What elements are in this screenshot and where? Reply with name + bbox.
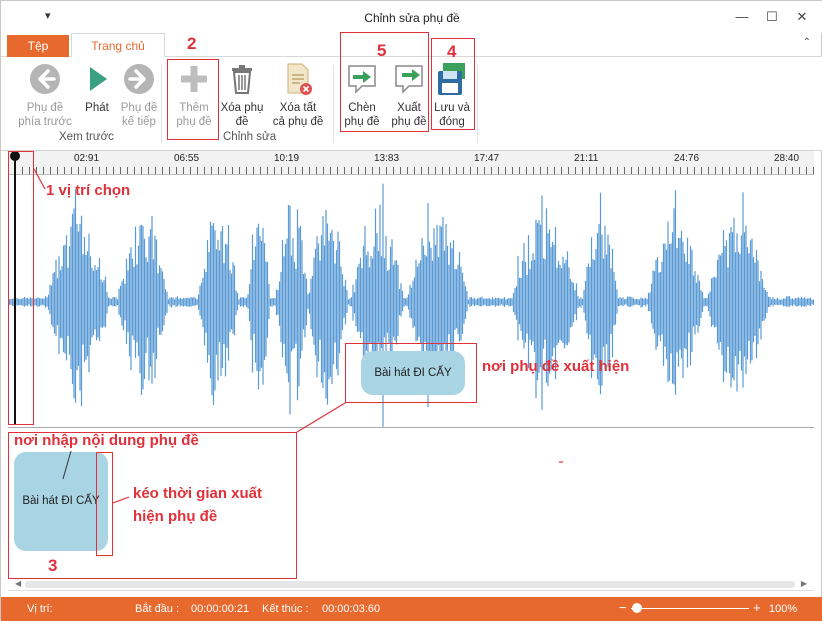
next-subtitle-button[interactable]: Phụ đề kế tiếp bbox=[113, 61, 165, 129]
annotation-box-subtitle-appear bbox=[345, 343, 477, 403]
start-label: Bắt đầu : bbox=[135, 603, 180, 615]
zoom-slider-track[interactable] bbox=[631, 608, 749, 609]
ruler-label: 10:19 bbox=[274, 153, 300, 164]
annotation-subtitle-appear: nơi phụ đề xuất hiện bbox=[482, 358, 630, 375]
zoom-slider-handle[interactable] bbox=[632, 603, 642, 613]
document-delete-icon bbox=[280, 61, 316, 97]
zoom-percentage: 100% bbox=[769, 603, 798, 615]
ruler-label: 28:40 bbox=[774, 153, 800, 164]
ribbon-separator bbox=[161, 65, 162, 143]
annotation-box-selected-position bbox=[8, 151, 34, 425]
annotation-number-4: 4 bbox=[447, 42, 457, 61]
annotation-drag-time-1: kéo thời gian xuất bbox=[133, 485, 263, 502]
ruler-label: 24:76 bbox=[674, 153, 700, 164]
start-time-value: 00:00:00:21 bbox=[191, 603, 250, 615]
end-label: Kết thúc : bbox=[262, 603, 309, 615]
annotation-selected-position: 1 vị trí chọn bbox=[46, 182, 131, 199]
scroll-right-icon[interactable]: ▶ bbox=[801, 579, 807, 588]
subtitle-editor-window: ▾ Chỉnh sửa phụ đề — ☐ ✕ Tệp Trang chủ ⌃… bbox=[0, 0, 822, 621]
annotation-number-5: 5 bbox=[377, 41, 387, 60]
status-bar: Vị trí: Bắt đầu : 00:00:00:21 Kết thúc :… bbox=[1, 597, 822, 621]
annotation-input-area: nơi nhập nội dung phụ đề bbox=[14, 432, 199, 449]
position-label: Vị trí: bbox=[27, 603, 53, 615]
ruler-label: 17:47 bbox=[474, 153, 500, 164]
annotation-number-3: 3 bbox=[48, 556, 58, 575]
arrow-left-circle-icon bbox=[27, 61, 63, 97]
annotation-box-drag-handle bbox=[96, 452, 113, 556]
delete-all-subtitles-button[interactable]: Xóa tất cả phụ đề bbox=[269, 61, 327, 129]
annotation-drag-time-2: hiện phụ đề bbox=[133, 508, 218, 525]
delete-subtitle-button[interactable]: Xóa phụ đề bbox=[217, 61, 267, 129]
ribbon-separator bbox=[333, 65, 334, 143]
window-title: Chỉnh sửa phụ đề bbox=[364, 11, 460, 25]
zoom-in-button[interactable]: + bbox=[753, 600, 761, 615]
group-label-edit: Chỉnh sửa bbox=[223, 131, 277, 143]
previous-subtitle-button[interactable]: Phụ đề phía trước bbox=[15, 61, 75, 129]
tab-file[interactable]: Tệp bbox=[7, 35, 69, 57]
ruler-label: 13:83 bbox=[374, 153, 400, 164]
minimize-button[interactable]: — bbox=[729, 7, 755, 27]
horizontal-scrollbar[interactable] bbox=[25, 581, 795, 588]
tab-home[interactable]: Trang chủ bbox=[71, 33, 165, 58]
ruler-label: 06:55 bbox=[174, 153, 200, 164]
group-label-preview: Xem trước bbox=[59, 131, 114, 143]
ribbon-separator bbox=[477, 65, 478, 143]
ruler-label: 02:91 bbox=[74, 153, 100, 164]
maximize-button[interactable]: ☐ bbox=[759, 7, 785, 27]
zoom-out-button[interactable]: − bbox=[619, 600, 627, 615]
trash-icon bbox=[224, 61, 260, 97]
close-button[interactable]: ✕ bbox=[789, 7, 815, 27]
scroll-left-icon[interactable]: ◀ bbox=[15, 579, 21, 588]
annotation-box-add bbox=[167, 59, 219, 140]
title-bar: ▾ Chỉnh sửa phụ đề — ☐ ✕ bbox=[1, 1, 822, 33]
play-button[interactable]: Phát bbox=[77, 61, 117, 115]
annotation-number-2: 2 bbox=[187, 34, 197, 53]
ruler-label: 21:11 bbox=[574, 153, 599, 164]
timeline-ruler[interactable]: 02:91 06:55 10:19 13:83 17:47 21:11 24:7… bbox=[8, 151, 814, 175]
ruler-ticks bbox=[8, 167, 814, 174]
end-time-value: 00:00:03:60 bbox=[322, 603, 381, 615]
arrow-right-circle-icon bbox=[121, 61, 157, 97]
play-icon bbox=[79, 61, 115, 97]
collapse-ribbon-icon[interactable]: ⌃ bbox=[803, 37, 811, 48]
